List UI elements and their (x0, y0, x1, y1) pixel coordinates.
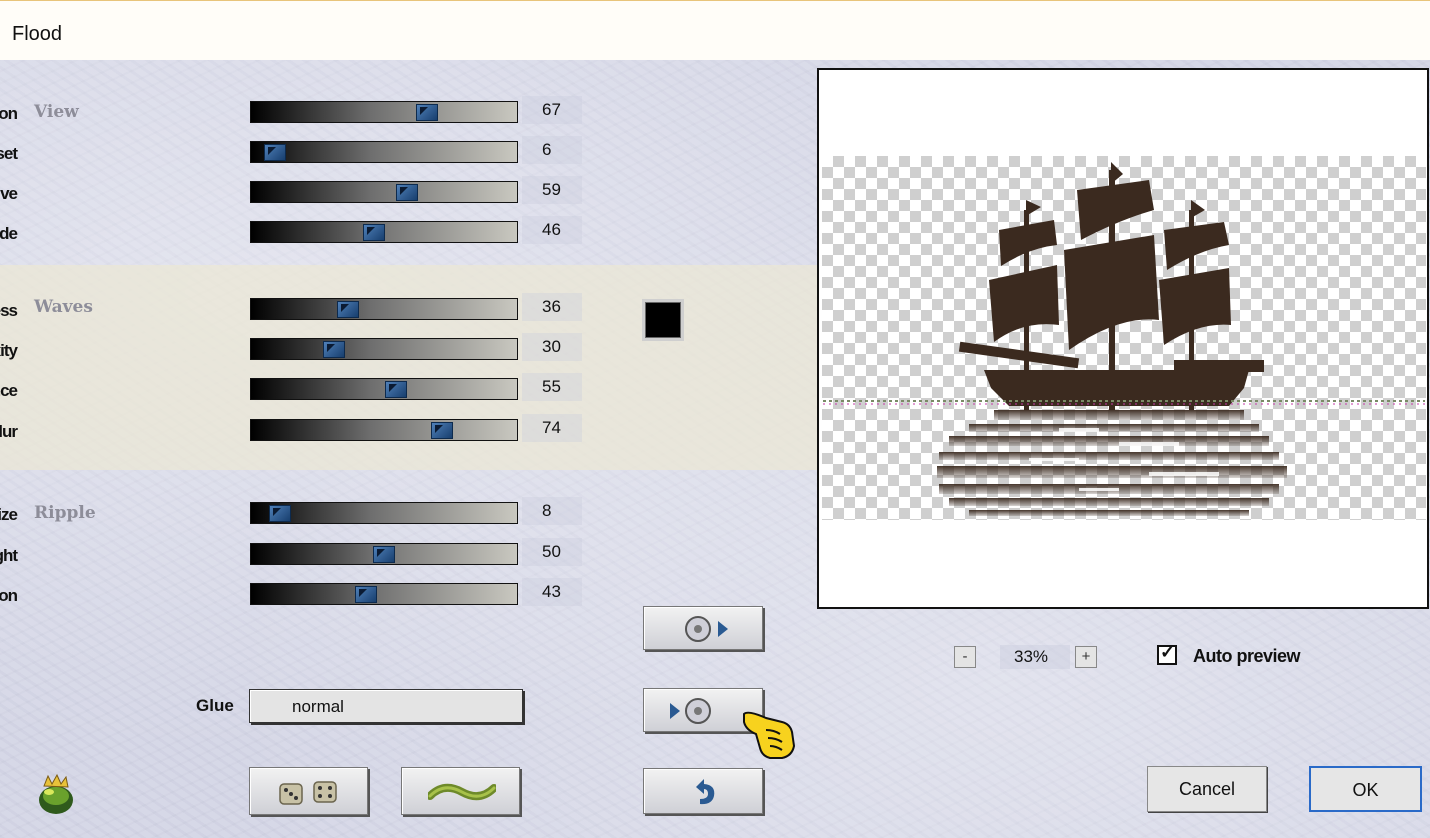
slider-label: Horizon (0, 104, 18, 123)
slider-thumb[interactable] (396, 184, 418, 201)
offset-slider[interactable] (250, 141, 518, 163)
slider-value[interactable]: 67 (522, 96, 582, 124)
wave-icon (428, 783, 496, 801)
slider-row-size: Size 8 (0, 497, 600, 529)
slider-row-height: Height 50 (0, 538, 600, 570)
play-disc-icon (670, 698, 711, 724)
slider-thumb[interactable] (269, 505, 291, 522)
cancel-button[interactable]: Cancel (1147, 766, 1267, 812)
slider-value[interactable]: 55 (522, 373, 582, 401)
zoom-out-button[interactable]: - (954, 646, 976, 668)
wave-color-swatch[interactable] (642, 299, 684, 341)
slider-label: Waviness (0, 301, 18, 320)
slider-thumb[interactable] (363, 224, 385, 241)
slider-thumb[interactable] (264, 144, 286, 161)
size-slider[interactable] (250, 502, 518, 524)
slider-value[interactable]: 8 (522, 497, 582, 525)
pointing-hand-icon (743, 711, 796, 759)
undo-button[interactable] (643, 768, 763, 814)
slider-row-altitude: Altitude 46 (0, 216, 600, 248)
preview-canvas[interactable] (817, 68, 1429, 609)
complexity-slider[interactable] (250, 338, 518, 360)
slider-thumb[interactable] (355, 586, 377, 603)
slider-row-complexity: Complexity 30 (0, 333, 600, 365)
slider-row-horizon: Horizon 67 (0, 96, 600, 128)
slider-thumb[interactable] (337, 301, 359, 318)
slider-value[interactable]: 46 (522, 216, 582, 244)
load-settings-button[interactable] (643, 606, 763, 650)
auto-preview-checkbox[interactable]: ✓ (1157, 642, 1177, 665)
undulation-slider[interactable] (250, 583, 518, 605)
reset-button[interactable] (401, 767, 520, 815)
slider-value[interactable]: 74 (522, 414, 582, 442)
slider-value[interactable]: 50 (522, 538, 582, 566)
horizon-slider[interactable] (250, 101, 518, 123)
title-bar: Flood (0, 0, 1430, 60)
slider-label: Offset (0, 144, 18, 163)
random-button[interactable] (249, 767, 368, 815)
slider-thumb[interactable] (416, 104, 438, 121)
window-title: Flood (12, 23, 63, 45)
slider-label: Size (0, 505, 18, 524)
frog-logo-icon (39, 773, 73, 814)
slider-label: Altitude (0, 224, 18, 243)
dice-icon (279, 781, 337, 805)
ship-image (823, 162, 1425, 516)
slider-value[interactable]: 6 (522, 136, 582, 164)
slider-label: Undulation (0, 586, 18, 605)
slider-label: Height (0, 546, 18, 565)
blur-slider[interactable] (250, 419, 518, 441)
slider-row-offset: Offset 6 (0, 136, 600, 168)
slider-row-waviness: Waviness 36 (0, 293, 600, 325)
slider-row-perspective: Perspective 59 (0, 176, 600, 208)
slider-value[interactable]: 36 (522, 293, 582, 321)
undo-arrow-icon (696, 779, 715, 805)
waviness-slider[interactable] (250, 298, 518, 320)
zoom-level: 33% (1000, 645, 1070, 669)
slider-value[interactable]: 30 (522, 333, 582, 361)
slider-value[interactable]: 59 (522, 176, 582, 204)
brilliance-slider[interactable] (250, 378, 518, 400)
slider-label: Blur (0, 422, 18, 441)
height-slider[interactable] (250, 543, 518, 565)
glue-select[interactable]: normal (249, 689, 523, 723)
altitude-slider[interactable] (250, 221, 518, 243)
slider-value[interactable]: 43 (522, 578, 582, 606)
ok-button[interactable]: OK (1309, 766, 1422, 812)
glue-label: Glue (196, 696, 234, 715)
slider-row-brilliance: Brilliance 55 (0, 373, 600, 405)
perspective-slider[interactable] (250, 181, 518, 203)
slider-label: Perspective (0, 184, 18, 203)
slider-label: Brilliance (0, 381, 18, 400)
slider-row-blur: Blur 74 (0, 414, 600, 446)
auto-preview-label: Auto preview (1193, 646, 1301, 666)
disc-play-icon (685, 616, 728, 642)
zoom-in-button[interactable]: + (1075, 646, 1097, 668)
slider-thumb[interactable] (373, 546, 395, 563)
flood-dialog: View Horizon 67 Offset 6 Perspective 59 … (0, 60, 1430, 838)
slider-thumb[interactable] (431, 422, 453, 439)
slider-row-undulation: Undulation 43 (0, 578, 600, 610)
check-mark: ✓ (1160, 642, 1176, 662)
slider-thumb[interactable] (385, 381, 407, 398)
slider-thumb[interactable] (323, 341, 345, 358)
slider-label: Complexity (0, 341, 18, 360)
